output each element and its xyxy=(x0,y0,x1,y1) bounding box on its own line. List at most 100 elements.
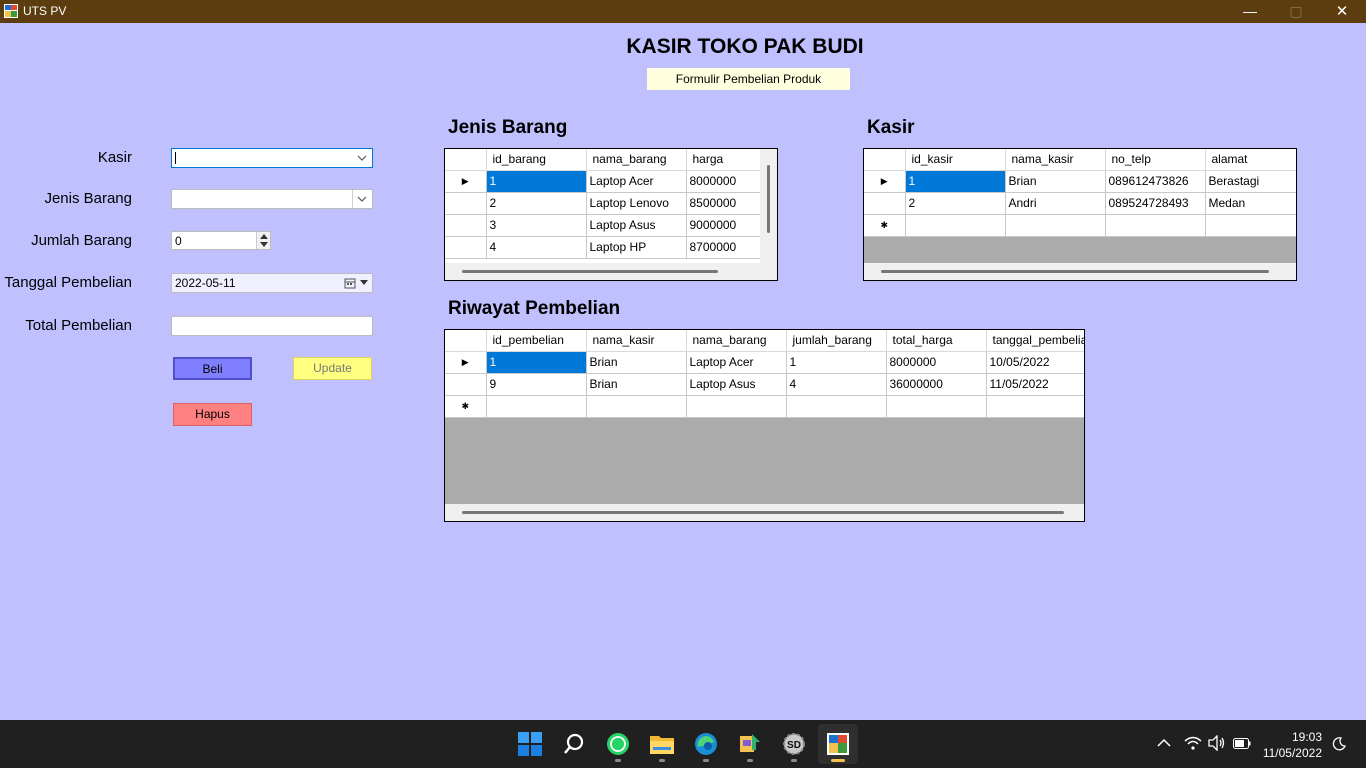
column-header[interactable]: id_pembelian xyxy=(486,330,587,352)
jumlah-barang-stepper[interactable]: 0 xyxy=(171,231,271,250)
table-cell[interactable]: 1 xyxy=(786,351,887,374)
column-header[interactable]: alamat xyxy=(1205,149,1296,171)
table-row[interactable]: ▶ 1 Brian 089612473826 Berastagi xyxy=(864,170,1296,193)
scroll-thumb[interactable] xyxy=(462,511,1064,514)
update-button[interactable]: Update xyxy=(293,357,372,380)
close-button[interactable]: ✕ xyxy=(1319,0,1365,23)
row-header[interactable] xyxy=(445,373,487,396)
table-cell[interactable]: 9 xyxy=(486,373,587,396)
row-header[interactable] xyxy=(864,192,906,215)
taskbar-clock[interactable]: 19:03 11/05/2022 xyxy=(1263,729,1322,761)
table-cell[interactable]: 1 xyxy=(905,170,1006,193)
search-button[interactable] xyxy=(554,724,594,764)
beli-button[interactable]: Beli xyxy=(173,357,252,380)
column-header[interactable]: nama_kasir xyxy=(586,330,687,352)
battery-icon[interactable] xyxy=(1233,738,1251,749)
column-header[interactable]: nama_barang xyxy=(586,149,687,171)
table-row[interactable]: ▶ 1 Laptop Acer 8000000 xyxy=(445,170,762,193)
row-header[interactable] xyxy=(445,214,487,237)
scroll-thumb[interactable] xyxy=(881,270,1269,273)
kasir-grid[interactable]: id_kasir nama_kasir no_telp alamat ▶ 1 Brian 0… xyxy=(863,148,1297,281)
current-row-indicator-icon[interactable]: ▶ xyxy=(864,170,906,193)
taskbar-app-vs-installer[interactable] xyxy=(730,724,770,764)
column-header[interactable]: nama_barang xyxy=(686,330,787,352)
table-cell[interactable] xyxy=(486,395,587,418)
table-cell[interactable] xyxy=(786,395,887,418)
table-row[interactable]: 9 Brian Laptop Asus 4 36000000 11/05/2022 xyxy=(445,373,1084,396)
table-cell[interactable]: 2 xyxy=(905,192,1006,215)
minimize-button[interactable]: — xyxy=(1227,0,1273,23)
table-cell[interactable]: 2 xyxy=(486,192,587,215)
current-row-indicator-icon[interactable]: ▶ xyxy=(445,170,487,193)
table-cell[interactable]: 1 xyxy=(486,351,587,374)
new-row-asterisk-icon[interactable]: ✱ xyxy=(864,214,906,237)
taskbar-app-edge[interactable] xyxy=(686,724,726,764)
table-cell[interactable]: 8700000 xyxy=(686,236,762,259)
table-cell[interactable]: 8500000 xyxy=(686,192,762,215)
table-row[interactable]: ▶ 1 Brian Laptop Acer 1 8000000 10/05/2022 xyxy=(445,351,1084,374)
table-cell[interactable]: 3 xyxy=(486,214,587,237)
table-cell[interactable]: Medan xyxy=(1205,192,1296,215)
total-pembelian-field[interactable] xyxy=(171,316,373,336)
table-cell[interactable]: Laptop Acer xyxy=(586,170,687,193)
kasir-combobox[interactable] xyxy=(171,148,373,168)
dropdown-arrow-icon[interactable] xyxy=(360,280,368,286)
table-cell[interactable]: 089524728493 xyxy=(1105,192,1206,215)
jenis-barang-grid[interactable]: id_barang nama_barang harga ▶ 1 Laptop Acer 8… xyxy=(444,148,778,281)
table-cell[interactable]: 8000000 xyxy=(686,170,762,193)
column-header[interactable]: no_telp xyxy=(1105,149,1206,171)
table-cell[interactable]: 089612473826 xyxy=(1105,170,1206,193)
scroll-thumb[interactable] xyxy=(767,165,770,233)
new-row[interactable]: ✱ xyxy=(864,214,1296,237)
table-cell[interactable]: Brian xyxy=(1005,170,1106,193)
column-header[interactable]: tanggal_pembelian xyxy=(986,330,1084,352)
calendar-icon[interactable] xyxy=(344,277,356,289)
row-header[interactable] xyxy=(445,236,487,259)
tanggal-pembelian-datepicker[interactable]: 2022-05-11 xyxy=(171,273,373,293)
taskbar-app-uts-pv[interactable] xyxy=(818,724,858,764)
current-row-indicator-icon[interactable]: ▶ xyxy=(445,351,487,374)
table-cell[interactable] xyxy=(1005,214,1106,237)
table-cell[interactable]: Andri xyxy=(1005,192,1106,215)
table-cell[interactable] xyxy=(886,395,987,418)
table-cell[interactable] xyxy=(686,395,787,418)
taskbar-app-whatsapp[interactable] xyxy=(598,724,638,764)
table-cell[interactable]: 9000000 xyxy=(686,214,762,237)
stepper-up-icon[interactable] xyxy=(259,233,269,240)
start-button[interactable] xyxy=(510,724,550,764)
table-cell[interactable]: Brian xyxy=(586,373,687,396)
column-header[interactable]: id_barang xyxy=(486,149,587,171)
table-cell[interactable]: Brian xyxy=(586,351,687,374)
table-cell[interactable]: 1 xyxy=(486,170,587,193)
table-row[interactable]: 3 Laptop Asus 9000000 xyxy=(445,214,762,237)
row-header[interactable] xyxy=(445,192,487,215)
wifi-icon[interactable] xyxy=(1184,736,1202,750)
table-cell[interactable] xyxy=(986,395,1084,418)
table-cell[interactable]: Laptop HP xyxy=(586,236,687,259)
horizontal-scrollbar[interactable] xyxy=(445,263,777,280)
stepper-down-icon[interactable] xyxy=(259,241,269,248)
column-header[interactable]: harga xyxy=(686,149,762,171)
table-cell[interactable]: 4 xyxy=(786,373,887,396)
column-header[interactable]: total_harga xyxy=(886,330,987,352)
table-cell[interactable] xyxy=(586,395,687,418)
horizontal-scrollbar[interactable] xyxy=(445,504,1084,521)
chevron-up-icon[interactable] xyxy=(1157,738,1171,748)
column-header[interactable]: id_kasir xyxy=(905,149,1006,171)
table-cell[interactable]: Berastagi xyxy=(1205,170,1296,193)
table-cell[interactable]: Laptop Acer xyxy=(686,351,787,374)
table-cell[interactable]: 11/05/2022 xyxy=(986,373,1084,396)
column-header[interactable]: jumlah_barang xyxy=(786,330,887,352)
horizontal-scrollbar[interactable] xyxy=(864,263,1296,280)
jenis-barang-combobox[interactable] xyxy=(171,189,373,209)
scroll-thumb[interactable] xyxy=(462,270,718,273)
table-row[interactable]: 4 Laptop HP 8700000 xyxy=(445,236,762,259)
table-cell[interactable]: 10/05/2022 xyxy=(986,351,1084,374)
taskbar-app-file-explorer[interactable] xyxy=(642,724,682,764)
new-row[interactable]: ✱ xyxy=(445,395,1084,418)
volume-icon[interactable] xyxy=(1208,735,1226,751)
new-row-asterisk-icon[interactable]: ✱ xyxy=(445,395,487,418)
table-cell[interactable]: Laptop Lenovo xyxy=(586,192,687,215)
table-cell[interactable]: Laptop Asus xyxy=(686,373,787,396)
chevron-down-icon[interactable] xyxy=(356,152,368,164)
